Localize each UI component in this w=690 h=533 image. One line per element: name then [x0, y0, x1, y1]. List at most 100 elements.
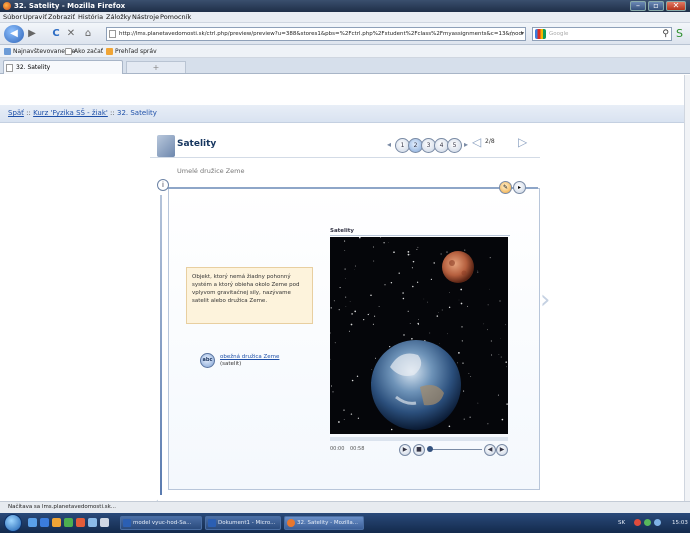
menu-bookmarks[interactable]: Záložky	[106, 13, 131, 22]
star-dot	[487, 423, 489, 425]
url-dropdown-icon[interactable]: ▾	[521, 28, 524, 40]
menu-view[interactable]: Zobraziť	[48, 13, 75, 22]
glossary-item[interactable]: abc obežná družica Zeme (satelit)	[200, 353, 300, 383]
stop-video-button[interactable]: ■	[413, 444, 425, 456]
quicklaunch-misc-icon[interactable]	[100, 518, 109, 527]
menu-help[interactable]: Pomocník	[160, 13, 191, 22]
play-button[interactable]: ▶	[399, 444, 411, 456]
quicklaunch-explorer-icon[interactable]	[88, 518, 97, 527]
star-dot	[505, 366, 507, 368]
addon-icon[interactable]: S	[676, 28, 688, 40]
taskbar-item-dokument1[interactable]: Dokument1 - Micro...	[205, 516, 281, 530]
glossary-link[interactable]: obežná družica Zeme	[220, 354, 279, 360]
minimize-button[interactable]: –	[630, 1, 646, 11]
star-dot	[448, 425, 451, 428]
taskbar-item-firefox[interactable]: 32. Satelity - Mozilla...	[284, 516, 364, 530]
next-page-arrow-icon[interactable]: ▷	[518, 135, 527, 149]
star-dot	[461, 340, 463, 342]
star-dot	[375, 357, 376, 359]
course-link[interactable]: Kurz 'Fyzika SŠ - žiak'	[33, 109, 108, 117]
quicklaunch-desktop-icon[interactable]	[40, 518, 49, 527]
star-dot	[372, 323, 374, 325]
back-link[interactable]: Späť	[8, 109, 24, 117]
new-tab-button[interactable]: +	[126, 61, 186, 73]
language-indicator[interactable]: SK	[618, 516, 625, 530]
glossary-abc-icon[interactable]: abc	[200, 353, 215, 368]
volume-down-button[interactable]: ◀	[484, 444, 496, 456]
page-scrollbar[interactable]	[684, 75, 690, 501]
notes-tool-icon[interactable]: ✎	[499, 181, 512, 194]
bookmark-getting-started[interactable]: Ako začať	[65, 47, 103, 56]
bookmark-news[interactable]: Prehľad správ	[106, 47, 157, 56]
forward-tool-icon[interactable]: ▸	[513, 181, 526, 194]
system-tray: SK 15:03	[610, 516, 690, 530]
lesson-player: Satelity Umelé družice Zeme ◂ 1 2 3 4 5 …	[150, 135, 550, 520]
maximize-button[interactable]: ▫	[648, 1, 664, 11]
forward-button[interactable]: ▶	[26, 28, 38, 40]
menu-tools[interactable]: Nástroje	[132, 13, 159, 22]
star-dot	[449, 291, 450, 293]
star-dot	[487, 329, 488, 331]
search-icon[interactable]: ⚲	[662, 28, 669, 40]
star-dot	[330, 385, 333, 387]
info-icon[interactable]: i	[157, 179, 169, 191]
word-icon	[208, 519, 216, 527]
quicklaunch-ie-icon[interactable]	[28, 518, 37, 527]
volume-slider[interactable]	[430, 449, 482, 450]
star-dot	[330, 358, 331, 360]
frame-top-line	[158, 187, 538, 189]
star-dot	[470, 376, 472, 377]
star-dot	[338, 309, 340, 311]
taskbar-item-model-vyuc[interactable]: model vyuc-hod-Sa...	[120, 516, 202, 530]
star-dot	[433, 262, 435, 264]
star-dot	[462, 362, 464, 364]
reload-button[interactable]: C	[50, 28, 62, 40]
start-button[interactable]	[4, 514, 22, 532]
tray-network-icon[interactable]	[644, 519, 651, 526]
bookmark-icon	[4, 48, 11, 55]
back-button[interactable]: ◀	[4, 25, 24, 43]
tab-satelity[interactable]: 32. Satelity	[3, 60, 123, 74]
star-dot	[357, 417, 360, 419]
frame-side-line	[160, 195, 162, 495]
address-bar[interactable]: http://lms.planetavedomosti.sk/ctrl.php/…	[106, 27, 526, 41]
stop-button[interactable]: ✕	[65, 28, 77, 40]
pager-next-icon[interactable]: ▸	[464, 140, 468, 149]
pager-prev-icon[interactable]: ◂	[387, 140, 391, 149]
star-dot	[363, 319, 365, 321]
satellite-video[interactable]	[330, 237, 508, 434]
menu-edit[interactable]: Upraviť	[23, 13, 47, 22]
taskbar: model vyuc-hod-Sa... Dokument1 - Micro..…	[0, 513, 690, 533]
menu-history[interactable]: História	[78, 13, 103, 22]
prev-page-arrow-icon[interactable]: ◁	[472, 135, 481, 149]
close-button[interactable]: ✕	[666, 1, 686, 11]
volume-up-button[interactable]: ▶	[496, 444, 508, 456]
bookmark-label: Prehľad správ	[115, 48, 157, 55]
quicklaunch-firefox-icon[interactable]	[52, 518, 61, 527]
star-dot	[438, 312, 439, 313]
star-dot	[339, 287, 341, 289]
bookmark-star-icon[interactable]: ☆	[508, 28, 515, 40]
menu-file[interactable]: Súbor	[3, 13, 22, 22]
page-button-5[interactable]: 5	[447, 138, 462, 153]
quicklaunch-media-icon[interactable]	[76, 518, 85, 527]
star-dot	[463, 418, 465, 420]
search-input[interactable]: Google ⚲	[532, 27, 672, 41]
bookmark-label: Ako začať	[74, 48, 104, 55]
star-dot	[407, 310, 409, 312]
home-button[interactable]: ⌂	[82, 28, 94, 40]
tools-group: ✎ ▸	[495, 179, 535, 197]
volume-slider-knob[interactable]	[427, 446, 433, 452]
google-engine-icon[interactable]	[535, 29, 546, 39]
bookmark-icon	[65, 48, 72, 55]
star-dot	[411, 337, 413, 340]
star-dot	[390, 281, 393, 284]
task-label: 32. Satelity - Mozilla...	[297, 520, 359, 526]
tray-volume-icon[interactable]	[654, 519, 661, 526]
page-content: Späť :: Kurz 'Fyzika SŠ - žiak' :: 32. S…	[0, 75, 690, 520]
quicklaunch-app-icon[interactable]	[64, 518, 73, 527]
star-dot	[333, 300, 335, 302]
video-progress-bar[interactable]	[330, 437, 508, 441]
star-dot	[378, 306, 380, 307]
tray-security-icon[interactable]	[634, 519, 641, 526]
